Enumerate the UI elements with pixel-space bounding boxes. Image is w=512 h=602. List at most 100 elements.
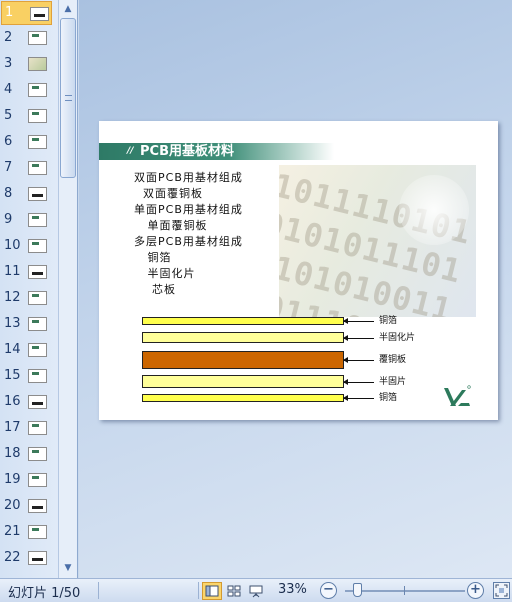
title-slash-icon: // — [127, 146, 134, 156]
bullet-list[interactable]: 双面PCB用基材组成 双面覆铜板 单面PCB用基材组成 单面覆铜板 多层PCB用基材… — [134, 170, 243, 298]
pcb-layer-label: 覆铜板 — [379, 355, 407, 365]
slide-thumbnail[interactable]: 15 — [0, 364, 58, 390]
slide-thumbnail[interactable]: 20 — [0, 494, 58, 520]
slide-preview — [28, 551, 47, 565]
slide-thumbnail[interactable]: 17 — [0, 416, 58, 442]
status-divider — [198, 582, 199, 599]
slide-thumbnail[interactable]: 19 — [0, 468, 58, 494]
slide-thumbnail[interactable]: 11 — [0, 260, 58, 286]
pcb-layer-label: 铜箔 — [379, 316, 398, 326]
slide-thumbnail[interactable]: 9 — [0, 208, 58, 234]
scroll-down-arrow-icon[interactable]: ▼ — [60, 560, 76, 576]
slide-preview — [28, 31, 47, 45]
grip-icon — [65, 95, 72, 101]
bullet-item: 双面PCB用基材组成 — [134, 171, 243, 184]
slide-thumbnail[interactable]: 16 — [0, 390, 58, 416]
slide-preview — [28, 447, 47, 461]
normal-view-button[interactable] — [202, 582, 222, 600]
pcb-layer-bar[interactable] — [142, 394, 344, 402]
slide-editing-area[interactable]: // PCB用基板材料 1011110101 0101011101 110101… — [79, 0, 512, 578]
slide-thumbnail[interactable]: 10 — [0, 234, 58, 260]
zoom-slider-track[interactable] — [345, 590, 465, 592]
zoom-out-button[interactable]: − — [320, 582, 337, 599]
zoom-level[interactable]: 33% — [278, 582, 307, 597]
zoom-in-button[interactable]: + — [467, 582, 484, 599]
slide-sorter-view-button[interactable] — [224, 582, 244, 600]
pcb-layer-bar[interactable] — [142, 332, 344, 343]
slide-thumbnail[interactable]: 2 — [0, 26, 58, 52]
status-bar: 幻灯片 1/50 33% − + — [0, 578, 512, 602]
slide-thumbnail[interactable]: 6 — [0, 130, 58, 156]
slide-canvas[interactable]: // PCB用基板材料 1011110101 0101011101 110101… — [99, 121, 498, 420]
slide-thumbnail[interactable]: 5 — [0, 104, 58, 130]
slide-number: 6 — [4, 134, 13, 149]
slide-number: 4 — [4, 82, 13, 97]
slide-show-button[interactable] — [246, 582, 266, 600]
slide-show-icon — [249, 585, 263, 598]
slide-thumbnail[interactable]: 3 — [0, 52, 58, 78]
slide-preview — [28, 421, 47, 435]
slide-number: 20 — [4, 498, 21, 513]
zoom-slider-thumb[interactable] — [353, 583, 362, 597]
slide-number: 21 — [4, 524, 21, 539]
slide-thumbnail[interactable]: 12 — [0, 286, 58, 312]
pcb-layer-label: 半固化片 — [379, 333, 416, 343]
fit-window-icon — [495, 584, 508, 597]
thumbnail-scrollbar[interactable]: ▲ ▼ — [58, 0, 76, 578]
normal-view-icon — [205, 585, 219, 597]
slide-thumbnail[interactable]: 18 — [0, 442, 58, 468]
slide-thumbnail[interactable]: 8 — [0, 182, 58, 208]
fit-to-window-button[interactable] — [493, 582, 510, 599]
slide-preview — [28, 291, 47, 305]
scrollbar-thumb[interactable] — [60, 18, 76, 178]
slide-preview — [28, 499, 47, 513]
slide-number: 3 — [4, 56, 13, 71]
slide-thumbnail[interactable]: 7 — [0, 156, 58, 182]
slide-number: 22 — [4, 550, 21, 565]
slide-sorter-icon — [227, 585, 241, 597]
slide-preview — [28, 135, 47, 149]
light-spot — [399, 175, 469, 245]
slide-number: 7 — [4, 160, 13, 175]
pcb-layer-bar[interactable] — [142, 351, 344, 369]
slide-number: 1 — [5, 5, 14, 20]
slide-preview — [30, 7, 49, 21]
slide-title[interactable]: PCB用基板材料 — [140, 143, 234, 160]
slide-preview — [28, 343, 47, 357]
pcb-layer-bar[interactable] — [142, 375, 344, 388]
slide-thumbnail[interactable]: 4 — [0, 78, 58, 104]
slide-number: 9 — [4, 212, 13, 227]
pcb-layer-label: 铜箔 — [379, 393, 398, 403]
scroll-up-arrow-icon[interactable]: ▲ — [60, 1, 76, 17]
slide-thumbnail[interactable]: 21 — [0, 520, 58, 546]
pointer-arrow-icon — [343, 379, 374, 385]
slide-counter: 幻灯片 1/50 — [8, 586, 81, 601]
bullet-item: 铜箔 — [134, 251, 172, 264]
pointer-arrow-icon — [343, 395, 374, 401]
slide-preview — [28, 161, 47, 175]
slide-preview — [28, 525, 47, 539]
bullet-item: 单面覆铜板 — [134, 219, 208, 232]
binary-digits-picture[interactable]: 1011110101 0101011101 1101010011 0011101… — [279, 165, 476, 317]
pointer-arrow-icon — [343, 357, 374, 363]
slide-preview — [28, 369, 47, 383]
slide-number: 18 — [4, 446, 21, 461]
slide-preview — [28, 57, 47, 71]
title-banner: // PCB用基板材料 — [99, 143, 334, 160]
pcb-layer-bar[interactable] — [142, 317, 344, 325]
slide-number: 5 — [4, 108, 13, 123]
slide-preview — [28, 265, 47, 279]
slide-number: 11 — [4, 264, 21, 279]
slide-number: 17 — [4, 420, 21, 435]
slide-thumbnail-pane: 1 2 3 4 5 6 7 8 9 10 11 12 13 14 15 16 17 18 19 20 21 22 ▲ ▼ — [0, 0, 78, 578]
slide-preview — [28, 187, 47, 201]
slide-thumbnail[interactable]: 13 — [0, 312, 58, 338]
bullet-item: 芯板 — [134, 283, 176, 296]
slide-preview — [28, 317, 47, 331]
slide-thumbnail[interactable]: 14 — [0, 338, 58, 364]
slide-thumbnail[interactable]: 22 — [0, 546, 58, 572]
slide-preview — [28, 473, 47, 487]
slide-thumbnail[interactable]: 1 — [1, 1, 52, 25]
slide-preview — [28, 109, 47, 123]
slide-number: 16 — [4, 394, 21, 409]
